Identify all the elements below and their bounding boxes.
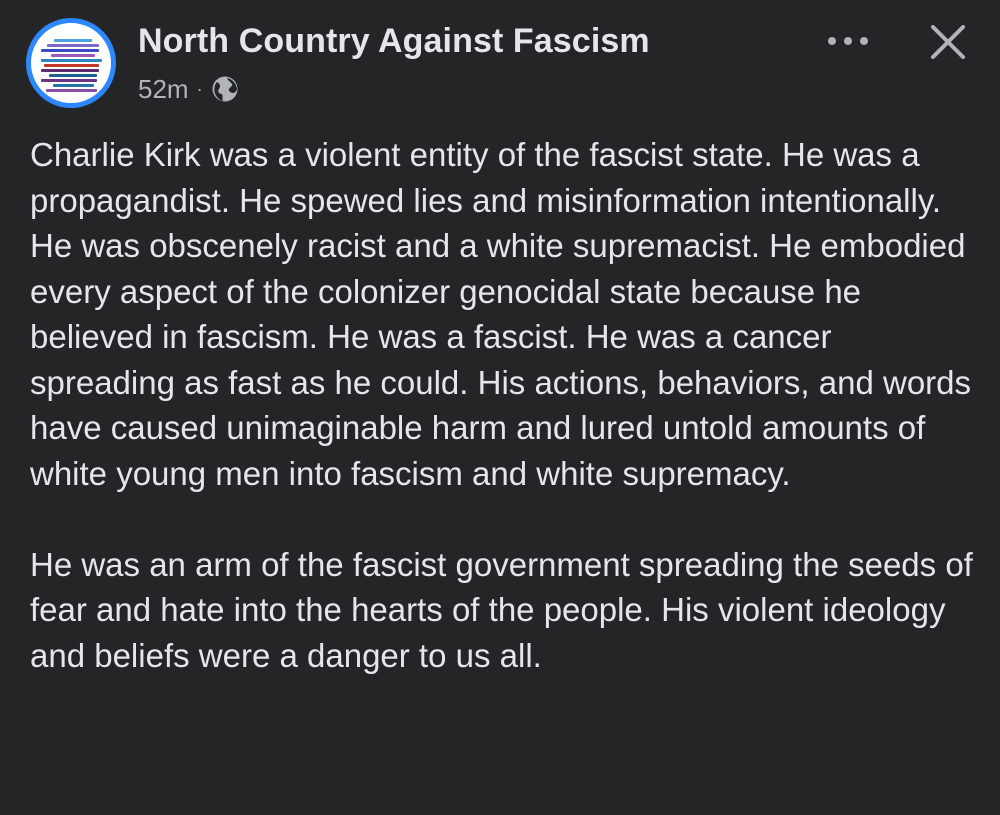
more-dots-icon[interactable] bbox=[828, 26, 868, 56]
page-avatar[interactable] bbox=[26, 18, 116, 108]
post-paragraph: Charlie Kirk was a violent entity of the… bbox=[30, 136, 972, 492]
close-icon[interactable] bbox=[928, 22, 968, 62]
post-header: North Country Against Fascism 52m · bbox=[0, 0, 1000, 120]
post-paragraph: He was an arm of the fascist government … bbox=[30, 545, 973, 674]
page-name-link[interactable]: North Country Against Fascism bbox=[138, 22, 650, 61]
post-meta: 52m · bbox=[138, 72, 239, 106]
avatar-image bbox=[41, 37, 105, 94]
post-body: Charlie Kirk was a violent entity of the… bbox=[30, 132, 980, 678]
post-timestamp[interactable]: 52m bbox=[138, 74, 189, 105]
globe-icon[interactable] bbox=[211, 75, 239, 103]
meta-separator: · bbox=[196, 78, 203, 99]
